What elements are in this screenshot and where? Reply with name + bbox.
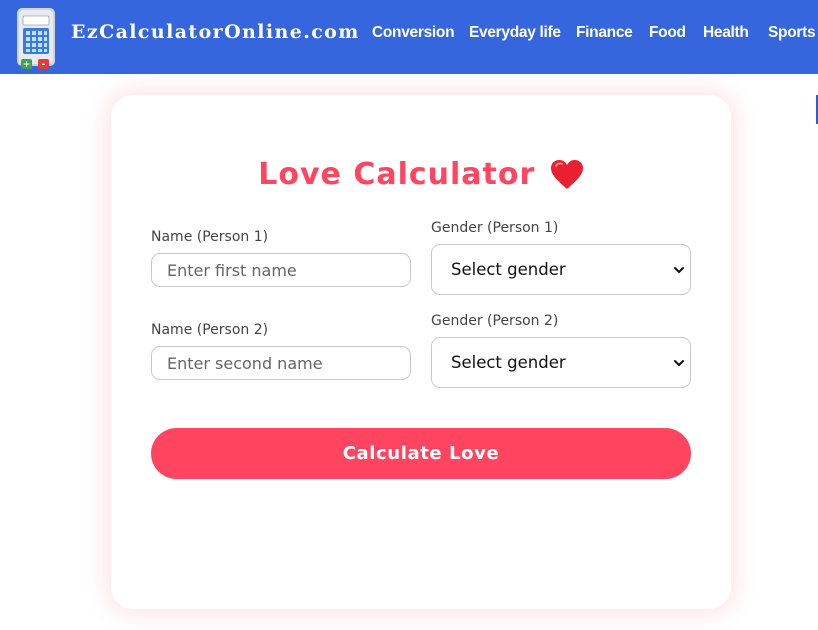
calculator-icon[interactable]: + - xyxy=(16,8,56,70)
gender2-select[interactable]: Select gender xyxy=(431,337,691,388)
nav-sports[interactable]: Sports xyxy=(768,24,816,42)
name1-input[interactable] xyxy=(151,253,411,287)
gender2-label: Gender (Person 2) xyxy=(431,313,559,329)
nav-health[interactable]: Health xyxy=(703,24,749,42)
chevron-down-icon xyxy=(674,267,684,273)
svg-text:-: - xyxy=(42,60,46,70)
calculate-love-button[interactable]: Calculate Love xyxy=(151,428,691,479)
chevron-down-icon xyxy=(674,360,684,366)
site-brand-link[interactable]: EzCalculatorOnline.com xyxy=(71,21,360,43)
nav-conversion[interactable]: Conversion xyxy=(372,24,455,42)
page-title: Love Calculator xyxy=(258,157,536,192)
svg-text:+: + xyxy=(23,60,31,70)
calculator-title: Love Calculator xyxy=(111,157,731,197)
site-header: + - EzCalculatorOnline.com Conversion Ev… xyxy=(0,0,818,74)
name2-input[interactable] xyxy=(151,346,411,380)
gender1-label: Gender (Person 1) xyxy=(431,220,559,236)
nav-finance[interactable]: Finance xyxy=(576,24,633,42)
name1-label: Name (Person 1) xyxy=(151,229,269,245)
gender1-select[interactable]: Select gender xyxy=(431,244,691,295)
gender1-selected-value: Select gender xyxy=(451,260,566,279)
name2-label: Name (Person 2) xyxy=(151,322,269,338)
nav-food[interactable]: Food xyxy=(649,24,686,42)
nav-everyday-life[interactable]: Everyday life xyxy=(469,24,561,42)
gender2-selected-value: Select gender xyxy=(451,353,566,372)
heart-icon xyxy=(550,159,583,189)
